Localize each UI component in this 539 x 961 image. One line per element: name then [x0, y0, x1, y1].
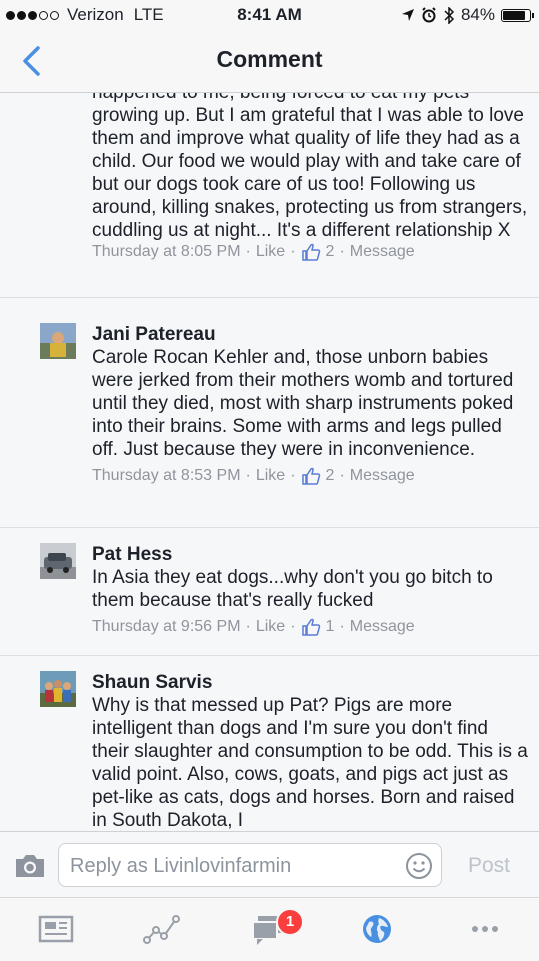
- avatar[interactable]: [40, 323, 76, 359]
- navigation-bar: Comment: [0, 30, 539, 93]
- like-count[interactable]: 2: [326, 467, 335, 485]
- comment-body: Jani Patereau Carole Rocan Kehler and, t…: [92, 323, 529, 485]
- like-count[interactable]: 1: [326, 618, 335, 636]
- comment-item: happened to me, being forced to eat my p…: [0, 93, 539, 298]
- tab-bar: 1: [0, 897, 539, 961]
- comment-author[interactable]: Pat Hess: [92, 543, 529, 566]
- reply-input[interactable]: Reply as Livinlovinfarmin: [58, 843, 442, 887]
- activity-graph-icon[interactable]: [142, 910, 182, 948]
- message-link[interactable]: Message: [350, 243, 415, 261]
- status-bar: Verizon LTE 8:41 AM 84%: [0, 0, 539, 30]
- thumbs-up-icon[interactable]: [301, 243, 321, 261]
- emoji-icon[interactable]: [405, 852, 433, 880]
- alarm-icon: [422, 7, 436, 23]
- like-link[interactable]: Like: [256, 243, 285, 261]
- comment-body: Shaun Sarvis Why is that messed up Pat? …: [92, 671, 529, 831]
- comment-text: In Asia they eat dogs...why don't you go…: [92, 567, 493, 611]
- comment-thread[interactable]: happened to me, being forced to eat my p…: [0, 93, 539, 831]
- news-feed-icon[interactable]: [36, 910, 76, 948]
- globe-icon[interactable]: [357, 910, 397, 948]
- comment-meta: Thursday at 8:53 PM · Like · 2 · Message: [92, 467, 415, 485]
- battery-percent: 84%: [460, 5, 495, 24]
- comment-text: Why is that messed up Pat? Pigs are more…: [92, 695, 528, 831]
- message-link[interactable]: Message: [350, 467, 415, 485]
- camera-icon[interactable]: [13, 852, 47, 880]
- comment-text: Carole Rocan Kehler and, those unborn ba…: [92, 347, 514, 460]
- comment-meta: Thursday at 9:56 PM · Like · 1 · Message: [92, 618, 415, 636]
- thumbs-up-icon[interactable]: [301, 618, 321, 636]
- reply-bar: Reply as Livinlovinfarmin Post: [0, 831, 539, 898]
- like-link[interactable]: Like: [256, 618, 285, 636]
- avatar[interactable]: [40, 543, 76, 579]
- bluetooth-icon: [444, 6, 455, 24]
- status-right: 84%: [401, 5, 534, 25]
- avatar[interactable]: [40, 671, 76, 707]
- message-link[interactable]: Message: [350, 618, 415, 636]
- comment-author[interactable]: Jani Patereau: [92, 323, 529, 346]
- like-link[interactable]: Like: [256, 467, 285, 485]
- post-button[interactable]: Post: [468, 854, 510, 878]
- battery-icon: [501, 8, 534, 22]
- comment-item: Jani Patereau Carole Rocan Kehler and, t…: [0, 298, 539, 528]
- comment-time[interactable]: Thursday at 8:05 PM: [92, 243, 241, 261]
- comment-body: Pat Hess In Asia they eat dogs...why don…: [92, 543, 529, 636]
- more-icon[interactable]: [465, 910, 505, 948]
- comment-author[interactable]: Shaun Sarvis: [92, 671, 529, 694]
- comment-time[interactable]: Thursday at 8:53 PM: [92, 467, 241, 485]
- like-count[interactable]: 2: [326, 243, 335, 261]
- page-title: Comment: [216, 46, 323, 72]
- comment-meta: Thursday at 8:05 PM · Like · 2 · Message: [92, 243, 415, 261]
- thumbs-up-icon[interactable]: [301, 467, 321, 485]
- notification-badge: 1: [276, 908, 304, 936]
- reply-placeholder: Reply as Livinlovinfarmin: [70, 855, 292, 877]
- comment-item: Shaun Sarvis Why is that messed up Pat? …: [0, 656, 539, 831]
- comment-time[interactable]: Thursday at 9:56 PM: [92, 618, 241, 636]
- comment-text: happened to me, being forced to eat my p…: [92, 93, 528, 241]
- comment-item: Pat Hess In Asia they eat dogs...why don…: [0, 528, 539, 656]
- location-arrow-icon: [401, 9, 414, 21]
